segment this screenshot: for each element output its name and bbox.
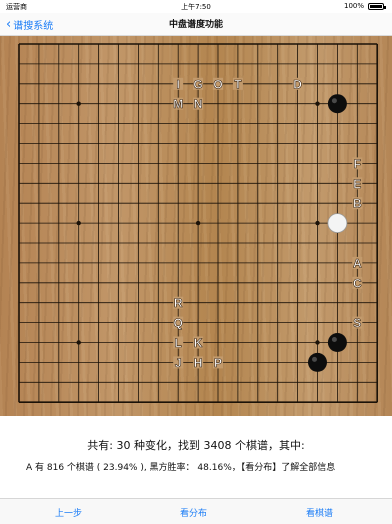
- star-point: [315, 220, 320, 226]
- black-stone: [308, 352, 327, 372]
- move-label: L: [175, 336, 182, 350]
- move-label: O: [213, 77, 222, 91]
- move-label: S: [353, 316, 361, 330]
- move-label: A: [353, 256, 362, 270]
- star-point: [76, 101, 81, 106]
- move-label: D: [293, 77, 302, 91]
- black-stone-highlight: [331, 98, 337, 104]
- move-label: I: [177, 77, 180, 91]
- view-distribution-button[interactable]: 看分布: [180, 506, 207, 519]
- move-label: R: [174, 296, 183, 310]
- page-title: 中盘谱度功能: [168, 20, 223, 30]
- move-label: T: [234, 77, 242, 91]
- move-label: F: [354, 157, 361, 171]
- bottom-toolbar: 上一步 看分布 看棋谱: [0, 498, 392, 524]
- battery-icon: [368, 3, 386, 10]
- status-time: 上午7:50: [181, 3, 211, 11]
- move-label: E: [353, 177, 361, 191]
- move-label: P: [214, 356, 222, 370]
- star-point: [76, 220, 81, 226]
- status-bar: 运营商 上午7:50 100%: [0, 0, 392, 13]
- black-stone-highlight: [312, 356, 317, 362]
- view-games-button[interactable]: 看棋谱: [306, 506, 333, 519]
- move-label: J: [175, 356, 182, 370]
- summary-line-1: 共有: 30 种变化，找到 3408 个棋谱，其中:: [87, 439, 305, 452]
- black-stone: [327, 333, 347, 352]
- star-point: [76, 340, 81, 345]
- star-point: [195, 220, 201, 226]
- white-stone: [327, 213, 348, 234]
- go-board[interactable]: IGOT D MN FEB AC R S QLKJHP: [0, 36, 392, 416]
- move-label: B: [353, 197, 362, 211]
- previous-move-button[interactable]: 上一步: [55, 506, 82, 519]
- move-label: G: [193, 77, 202, 91]
- star-point: [315, 101, 320, 106]
- move-label: M: [173, 97, 183, 111]
- black-stone: [327, 94, 347, 114]
- summary-line-2: A 有 816 个棋谱 ( 23.94% ), 黑方胜率： 48.16%，【看分…: [26, 463, 336, 473]
- navigation-bar: ‹ 谱搜系统 中盘谱度功能: [0, 13, 392, 36]
- go-board-canvas[interactable]: I G O T D M N FEB AC R S QL KJ H P: [0, 36, 392, 416]
- black-stone-highlight: [331, 337, 337, 342]
- move-label: Q: [174, 316, 183, 330]
- move-label: K: [194, 336, 203, 350]
- move-label: C: [353, 276, 362, 290]
- star-point: [315, 340, 320, 345]
- move-label: H: [194, 356, 203, 370]
- battery-percent: 100%: [343, 2, 364, 10]
- move-label: N: [194, 97, 203, 111]
